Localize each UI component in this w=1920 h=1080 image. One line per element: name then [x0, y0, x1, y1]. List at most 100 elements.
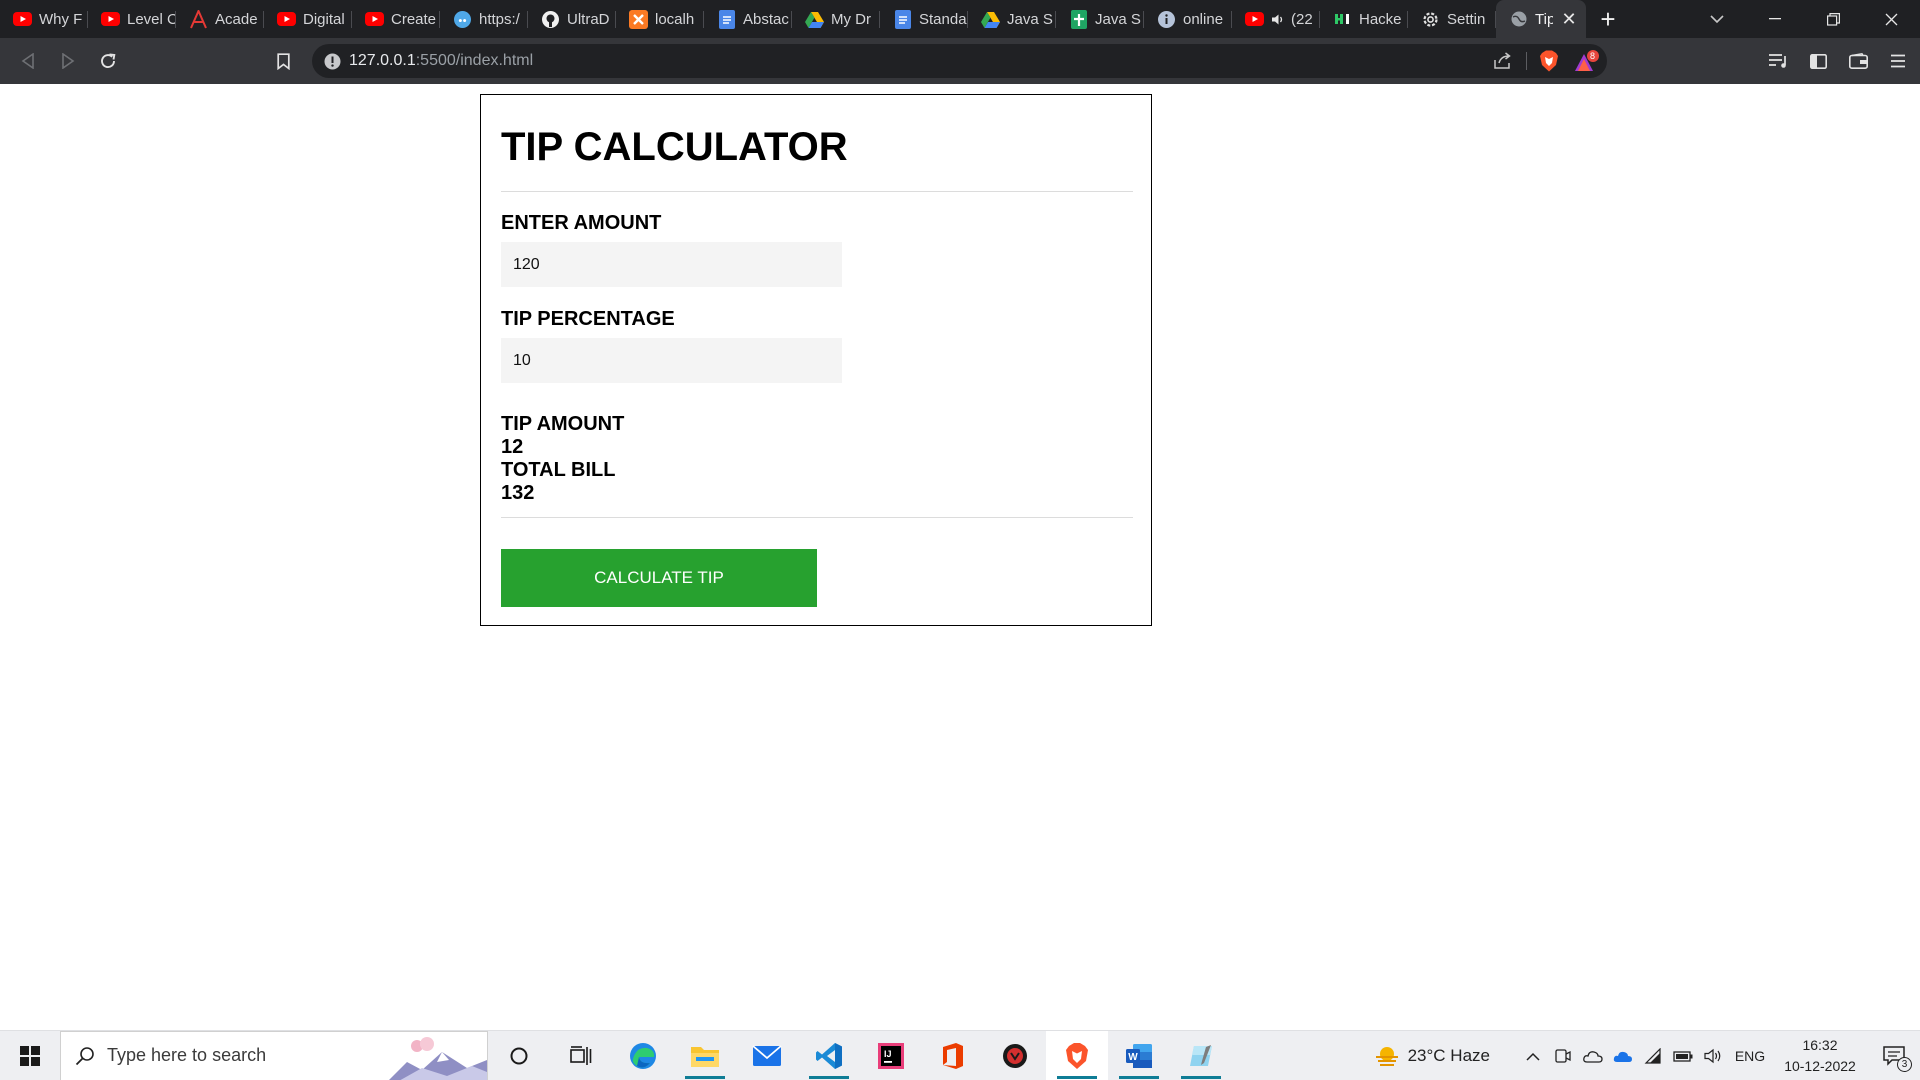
google-docs-icon	[717, 9, 736, 29]
taskbar-search-box[interactable]: Type here to search	[60, 1030, 488, 1080]
minimize-button[interactable]	[1746, 0, 1804, 38]
brave-rewards-icon[interactable]: 8	[1573, 49, 1601, 73]
tab-title: https:/	[479, 10, 520, 28]
task-view-icon[interactable]	[550, 1031, 612, 1080]
tab-docs-1[interactable]: Abstac	[704, 0, 792, 38]
xampp-icon	[629, 9, 648, 29]
forward-button[interactable]	[48, 41, 88, 81]
onedrive-business-icon[interactable]	[1608, 1031, 1638, 1080]
url-host: 127.0.0.1	[349, 52, 416, 69]
total-bill-value: 132	[501, 482, 535, 504]
globe-blue-icon: ●●	[453, 10, 472, 29]
divider	[501, 191, 1133, 192]
tab-bar: Why F Level C Acade Digital Create ●● ht…	[0, 0, 1920, 38]
weather-widget[interactable]: 23°C Haze	[1374, 1045, 1490, 1067]
github-icon	[541, 10, 560, 29]
app-red-icon[interactable]	[984, 1031, 1046, 1080]
tab-settings[interactable]: Settin	[1408, 0, 1496, 38]
tip-percentage-value: 10	[513, 351, 531, 369]
meet-now-icon[interactable]	[1548, 1031, 1578, 1080]
cortana-icon[interactable]	[488, 1031, 550, 1080]
google-drive-icon	[981, 10, 1000, 29]
notification-count-badge: 3	[1897, 1057, 1912, 1072]
tab-title: Acade	[215, 10, 258, 28]
bookmark-icon[interactable]	[263, 41, 303, 81]
tab-hackerrank[interactable]: Hacke	[1320, 0, 1408, 38]
tab-academia[interactable]: Acade	[176, 0, 264, 38]
amount-input[interactable]: 120	[501, 242, 842, 287]
windows-taskbar: Type here to search IJ W 23°C Haze ENG 1…	[0, 1030, 1920, 1080]
google-docs-icon	[893, 9, 912, 29]
clock[interactable]: 16:32 10-12-2022	[1772, 1035, 1868, 1077]
tip-percentage-label: TIP PERCENTAGE	[501, 308, 675, 330]
file-explorer-icon[interactable]	[674, 1031, 736, 1080]
wallet-icon[interactable]	[1838, 41, 1878, 81]
tab-youtube-3[interactable]: Digital	[264, 0, 352, 38]
tab-title: (22	[1291, 10, 1313, 28]
tab-title: My Dr	[831, 10, 871, 28]
svg-text:IJ: IJ	[884, 1049, 892, 1059]
google-drive-icon	[805, 10, 824, 29]
tab-youtube-2[interactable]: Level C	[88, 0, 176, 38]
tip-amount-label: TIP AMOUNT	[501, 413, 625, 435]
tab-title: Hacke	[1359, 10, 1402, 28]
new-tab-button[interactable]: +	[1586, 0, 1630, 38]
globe-icon	[1509, 10, 1528, 29]
rewards-badge: 8	[1589, 51, 1595, 61]
haze-weather-icon	[1375, 1047, 1398, 1066]
calculate-tip-button[interactable]: CALCULATE TIP	[501, 549, 817, 607]
youtube-icon	[13, 10, 32, 29]
tab-youtube-4[interactable]: Create	[352, 0, 440, 38]
menu-icon[interactable]	[1878, 41, 1918, 81]
youtube-icon	[1245, 10, 1264, 29]
word-icon[interactable]: W	[1108, 1031, 1170, 1080]
notepad-icon[interactable]	[1170, 1031, 1232, 1080]
gear-icon	[1421, 10, 1440, 29]
divider	[1526, 52, 1527, 70]
tab-youtube-audio[interactable]: (22	[1232, 0, 1320, 38]
office-icon[interactable]	[922, 1031, 984, 1080]
tip-amount-value: 12	[501, 436, 524, 458]
speaker-icon[interactable]	[1271, 10, 1284, 29]
close-window-button[interactable]	[1862, 0, 1920, 38]
back-button[interactable]	[8, 41, 48, 81]
close-tab-icon[interactable]: ✕	[1560, 9, 1578, 30]
tab-docs-2[interactable]: Standa	[880, 0, 968, 38]
address-bar[interactable]: 127.0.0.1:5500/index.html 8	[312, 44, 1607, 78]
show-hidden-icons-chevron-icon[interactable]	[1518, 1031, 1548, 1080]
vscode-icon[interactable]	[798, 1031, 860, 1080]
battery-icon[interactable]	[1668, 1031, 1698, 1080]
sidebar-icon[interactable]	[1798, 41, 1838, 81]
tab-https[interactable]: ●● https:/	[440, 0, 528, 38]
windows-start-icon[interactable]	[0, 1031, 60, 1080]
tab-title: Java S	[1095, 10, 1141, 28]
tab-search-chevron-icon[interactable]	[1697, 0, 1737, 38]
tab-tip-active[interactable]: Tip ✕	[1496, 0, 1586, 38]
language-indicator[interactable]: ENG	[1728, 1048, 1772, 1064]
site-info-icon[interactable]	[324, 53, 341, 70]
tab-drive-1[interactable]: My Dr	[792, 0, 880, 38]
tab-online[interactable]: online	[1144, 0, 1232, 38]
tab-title: Tip	[1535, 10, 1553, 28]
volume-icon[interactable]	[1698, 1031, 1728, 1080]
mail-icon[interactable]	[736, 1031, 798, 1080]
url-path: :5500/index.html	[415, 52, 534, 69]
share-icon[interactable]	[1493, 52, 1513, 70]
tab-youtube-1[interactable]: Why F	[0, 0, 88, 38]
tab-drive-2[interactable]: Java S	[968, 0, 1056, 38]
onedrive-personal-icon[interactable]	[1578, 1031, 1608, 1080]
brave-browser-icon[interactable]	[1046, 1030, 1108, 1080]
edge-icon[interactable]	[612, 1031, 674, 1080]
playlist-icon[interactable]	[1758, 41, 1798, 81]
reload-button[interactable]	[88, 41, 128, 81]
brave-shields-icon[interactable]	[1539, 50, 1559, 72]
notification-center-icon[interactable]: 3	[1868, 1031, 1920, 1080]
intellij-icon[interactable]: IJ	[860, 1031, 922, 1080]
restore-button[interactable]	[1804, 0, 1862, 38]
wifi-icon[interactable]	[1638, 1031, 1668, 1080]
tab-github[interactable]: UltraD	[528, 0, 616, 38]
tab-localhost[interactable]: localh	[616, 0, 704, 38]
tab-sheets[interactable]: Java S	[1056, 0, 1144, 38]
tip-percentage-input[interactable]: 10	[501, 338, 842, 383]
search-placeholder: Type here to search	[107, 1045, 267, 1065]
